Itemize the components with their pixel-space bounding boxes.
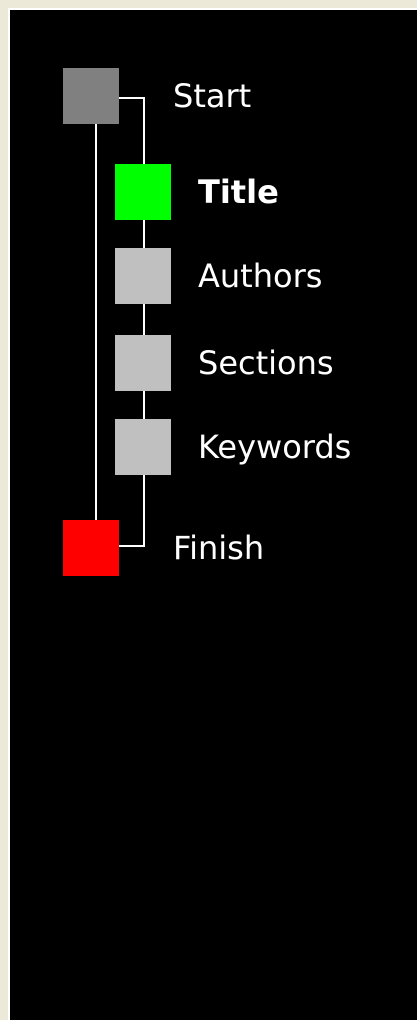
step-label: Authors xyxy=(198,257,323,295)
wizard-steps-panel: Start Title Authors Sections Keywords Fi… xyxy=(10,10,417,1020)
step-label: Keywords xyxy=(198,428,352,466)
step-status-box xyxy=(115,248,171,304)
step-label: Title xyxy=(198,173,279,211)
step-status-box xyxy=(115,419,171,475)
step-label: Start xyxy=(173,77,252,115)
step-label: Sections xyxy=(198,344,334,382)
step-status-box xyxy=(115,164,171,220)
step-status-box xyxy=(63,520,119,576)
step-status-box xyxy=(115,335,171,391)
step-label: Finish xyxy=(173,529,265,567)
step-status-box xyxy=(63,68,119,124)
